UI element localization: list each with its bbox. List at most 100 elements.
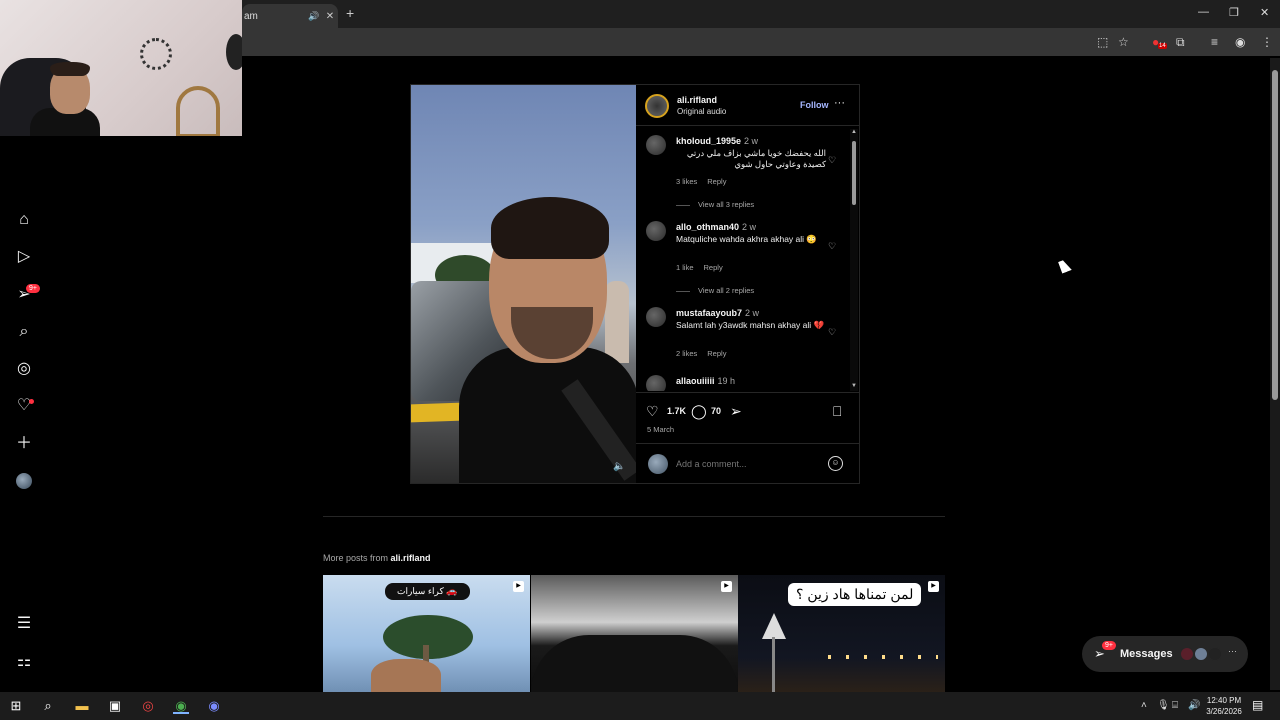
reels-icon[interactable]: ▷ bbox=[14, 247, 34, 267]
app-icon[interactable]: ◎ bbox=[140, 698, 156, 714]
audio-label[interactable]: Original audio bbox=[677, 107, 726, 116]
reply-button[interactable]: Reply bbox=[704, 263, 723, 272]
share-send-icon[interactable]: ➢ bbox=[730, 403, 742, 420]
scroll-up-arrow-icon[interactable]: ▲ bbox=[851, 129, 857, 135]
menu-kebab-icon[interactable]: ⋮ bbox=[1261, 35, 1273, 49]
comment-user[interactable]: allaouiiiii 19 h bbox=[676, 376, 735, 386]
extensions-puzzle-icon[interactable]: ⧉ bbox=[1176, 35, 1185, 50]
restore-button[interactable]: ❐ bbox=[1229, 6, 1239, 19]
add-comment-input[interactable] bbox=[676, 459, 816, 469]
commenter-avatar[interactable] bbox=[646, 307, 666, 327]
speaker-icon[interactable]: 🔊 bbox=[308, 11, 322, 22]
comment-username[interactable]: kholoud_1995e bbox=[676, 136, 741, 146]
volume-icon[interactable]: 🔊 bbox=[1188, 700, 1200, 711]
comment-username[interactable]: allaouiiiii bbox=[676, 376, 715, 386]
avatar bbox=[1194, 647, 1208, 661]
comment-username[interactable]: mustafaayoub7 bbox=[676, 308, 742, 318]
profile-avatar[interactable] bbox=[16, 473, 32, 489]
comment-user[interactable]: allo_othman40 2 w bbox=[676, 222, 756, 232]
comment-likes[interactable]: 2 likes bbox=[676, 349, 697, 358]
like-comment-icon[interactable]: ♡ bbox=[828, 327, 836, 338]
messages-button[interactable]: ➢ 9+ Messages ··· bbox=[1082, 636, 1248, 672]
comment-time: 2 w bbox=[745, 308, 760, 318]
mirror-decoration bbox=[176, 86, 220, 136]
author-avatar[interactable] bbox=[645, 94, 669, 118]
system-clock[interactable]: 12:40 PM 3/26/2026 bbox=[1202, 695, 1246, 717]
search-icon[interactable]: ⌕ bbox=[40, 698, 56, 714]
view-replies-button[interactable]: View all 2 replies bbox=[676, 286, 754, 295]
volume-icon[interactable]: 🔈 bbox=[613, 461, 625, 472]
comment-user[interactable]: kholoud_1995e 2 w bbox=[676, 136, 758, 146]
save-bookmark-icon[interactable]: ⎕ bbox=[833, 403, 841, 420]
like-heart-icon[interactable]: ♡ bbox=[646, 403, 659, 420]
emoji-picker-icon[interactable]: ☺ bbox=[828, 456, 843, 471]
comment-meta: 1 like Reply bbox=[676, 263, 733, 272]
search-icon[interactable]: ⌕ bbox=[14, 322, 34, 342]
author-username[interactable]: ali.rifland bbox=[677, 95, 717, 105]
comment-bubble-icon[interactable]: ◯ bbox=[691, 403, 707, 420]
comment-likes[interactable]: 1 like bbox=[676, 263, 694, 272]
close-window-button[interactable]: ✕ bbox=[1260, 6, 1269, 19]
comment-likes[interactable]: 3 likes bbox=[676, 177, 697, 186]
notifications-icon[interactable]: ▤ bbox=[1252, 698, 1263, 712]
clock-decoration bbox=[140, 38, 172, 70]
reel-video[interactable]: 🔈 bbox=[411, 85, 636, 483]
post-sidebar: ali.rifland Original audio Follow ··· kh… bbox=[636, 85, 859, 483]
install-app-icon[interactable]: ⬚ bbox=[1097, 35, 1108, 49]
view-replies-button[interactable]: View all 3 replies bbox=[676, 200, 754, 209]
scroll-down-arrow-icon[interactable]: ▼ bbox=[851, 383, 857, 389]
close-tab-icon[interactable]: ✕ bbox=[322, 11, 338, 22]
profile-avatar-icon[interactable]: ◉ bbox=[1235, 35, 1245, 49]
show-hidden-icons-icon[interactable]: ˄ bbox=[1141, 700, 1147, 711]
page-scroll-thumb[interactable] bbox=[1272, 70, 1278, 400]
messages-badge: 9+ bbox=[1102, 641, 1116, 650]
comments-scrollbar[interactable]: ▲ ▼ bbox=[850, 129, 858, 391]
clock-time: 12:40 PM bbox=[1206, 696, 1242, 705]
home-icon[interactable]: ⌂ bbox=[14, 210, 34, 230]
thumbnail-caption: لمن تمناها هاد زين ؟ bbox=[788, 583, 922, 606]
mouse-cursor-icon bbox=[1058, 258, 1072, 274]
like-count[interactable]: 1.7K bbox=[667, 406, 686, 416]
scroll-thumb[interactable] bbox=[852, 141, 856, 205]
clock-date: 3/26/2026 bbox=[1206, 707, 1242, 716]
post-thumbnail[interactable]: كراء سيارات 🚗 ▶ bbox=[323, 575, 530, 693]
more-posts-username[interactable]: ali.rifland bbox=[391, 553, 431, 563]
also-from-meta-icon[interactable]: ⚏ bbox=[14, 652, 34, 672]
more-posts-prefix: More posts from bbox=[323, 553, 389, 563]
page-scrollbar[interactable] bbox=[1270, 58, 1280, 690]
file-explorer-icon[interactable]: ▬ bbox=[74, 698, 90, 714]
comment-user[interactable]: mustafaayoub7 2 w bbox=[676, 308, 759, 318]
post-date: 5 March bbox=[647, 425, 675, 434]
like-comment-icon[interactable]: ♡ bbox=[828, 241, 836, 252]
more-options-icon[interactable]: ··· bbox=[834, 97, 845, 109]
windows-start-icon[interactable]: ⊞ bbox=[8, 698, 24, 714]
more-menu-icon[interactable]: ☰ bbox=[14, 614, 34, 634]
reply-button[interactable]: Reply bbox=[707, 177, 726, 186]
reply-button[interactable]: Reply bbox=[707, 349, 726, 358]
create-plus-icon[interactable]: ＋ bbox=[14, 434, 34, 454]
commenter-avatar[interactable] bbox=[646, 375, 666, 391]
thumbnail-caption: كراء سيارات 🚗 bbox=[385, 583, 470, 600]
network-icon[interactable]: ⌸ bbox=[1172, 700, 1178, 711]
media-control-icon[interactable]: ≡ bbox=[1211, 35, 1218, 49]
reel-icon: ▶ bbox=[928, 581, 939, 592]
chrome-profile-icon[interactable]: ◉ bbox=[206, 698, 222, 714]
commenter-avatar[interactable] bbox=[646, 221, 666, 241]
chrome-icon[interactable]: ◉ bbox=[173, 698, 189, 714]
post-thumbnail[interactable]: ▶ bbox=[531, 575, 738, 693]
notification-dot bbox=[29, 399, 34, 404]
follow-button[interactable]: Follow bbox=[800, 100, 829, 110]
reel-icon: ▶ bbox=[721, 581, 732, 592]
tab-title: am bbox=[244, 10, 258, 22]
commenter-avatar[interactable] bbox=[646, 135, 666, 155]
minimize-button[interactable]: — bbox=[1198, 6, 1209, 18]
new-tab-button[interactable]: + bbox=[346, 5, 354, 21]
comment-username[interactable]: allo_othman40 bbox=[676, 222, 739, 232]
store-icon[interactable]: ▣ bbox=[107, 698, 123, 714]
like-comment-icon[interactable]: ♡ bbox=[828, 155, 836, 166]
post-thumbnail[interactable]: لمن تمناها هاد زين ؟ ▶ bbox=[738, 575, 945, 693]
explore-compass-icon[interactable]: ◎ bbox=[14, 359, 34, 379]
browser-tab[interactable]: am 🔊 ✕ bbox=[242, 4, 338, 28]
microphone-icon[interactable]: 🎙 bbox=[1157, 700, 1170, 711]
bookmark-star-icon[interactable]: ☆ bbox=[1118, 35, 1129, 49]
